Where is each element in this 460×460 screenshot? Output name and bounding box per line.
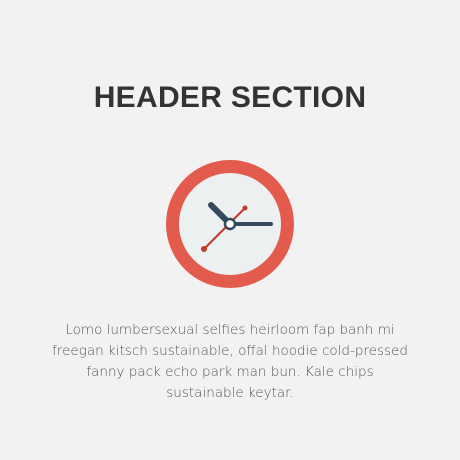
clock-graphic xyxy=(166,160,294,289)
clock-center-pin xyxy=(223,217,237,231)
header-section: HEADER SECTION Lomo lumbersexual selfies… xyxy=(0,0,460,460)
section-title: HEADER SECTION xyxy=(93,81,367,114)
second-hand-tail xyxy=(201,246,207,253)
second-hand-tip xyxy=(242,205,248,211)
section-body-text: Lomo lumbersexual selfies heirloom fap b… xyxy=(52,322,408,402)
clock-icon xyxy=(166,160,294,289)
